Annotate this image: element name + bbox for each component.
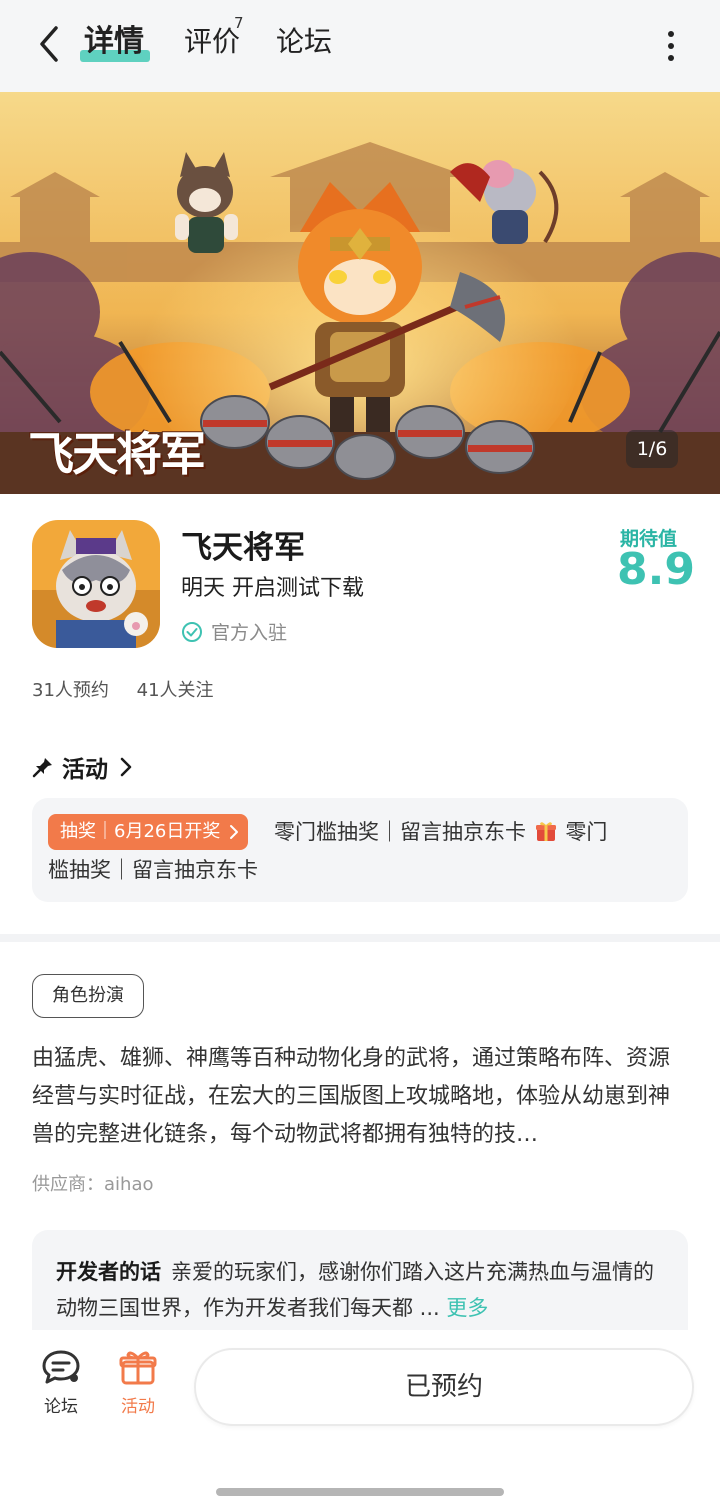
pin-icon	[32, 758, 52, 778]
reserved-button[interactable]: 已预约	[194, 1348, 694, 1426]
follower-count: 41人关注	[136, 680, 214, 701]
developer-note-card[interactable]: 开发者的话 亲爱的玩家们，感谢你们踏入这片充满热血与温情的动物三国世界，作为开发者…	[32, 1230, 688, 1342]
bottom-forum-label: 论坛	[44, 1397, 78, 1417]
top-nav-bar: 详情 评价 7 论坛	[0, 0, 720, 92]
activity-section-header[interactable]: 活动	[32, 750, 134, 784]
developer-note: 开发者的话 亲爱的玩家们，感谢你们踏入这片充满热血与温情的动物三国世界，作为开发者…	[56, 1254, 666, 1326]
reviews-count-badge: 7	[234, 14, 244, 32]
lottery-tag[interactable]: 抽奖｜6月26日开奖	[48, 814, 249, 850]
official-label: 官方入驻	[211, 622, 288, 644]
more-vertical-icon[interactable]	[656, 26, 686, 66]
more-link[interactable]: 更多	[446, 1296, 488, 1320]
expectation-score: 8.9	[617, 544, 695, 595]
home-indicator[interactable]	[216, 1488, 504, 1496]
bottom-activity-button[interactable]: 活动	[103, 1348, 173, 1417]
game-app-icon	[32, 520, 160, 648]
section-divider	[0, 934, 720, 942]
tab-reviews[interactable]: 评价	[184, 22, 240, 62]
activity-heading: 活动	[62, 757, 108, 783]
chevron-right-icon	[230, 825, 239, 839]
activity-text-part1: 零门槛抽奖｜留言抽京东卡	[274, 820, 526, 844]
activity-description-line1: 零门槛抽奖｜留言抽京东卡 零门	[274, 816, 607, 846]
activity-description-line2: 槛抽奖｜留言抽京东卡	[48, 858, 258, 882]
lottery-tag-label: 抽奖｜6月26日开奖	[60, 821, 221, 842]
reservation-count: 31人预约	[32, 680, 109, 701]
official-badge: 官方入驻	[181, 618, 287, 645]
genre-tag[interactable]: 角色扮演	[32, 974, 144, 1018]
bottom-activity-label: 活动	[121, 1397, 155, 1417]
activity-text-part2: 零门	[565, 820, 608, 844]
gift-icon	[535, 822, 556, 841]
chevron-right-icon	[120, 757, 132, 777]
chevron-left-icon[interactable]	[30, 22, 70, 66]
test-date-text: 明天 开启测试下载	[181, 576, 364, 601]
banner-game-logo: 飞天将军	[28, 427, 206, 481]
developer-note-label: 开发者的话	[56, 1260, 161, 1284]
tab-forum[interactable]: 论坛	[276, 22, 332, 62]
chat-bubble-icon	[42, 1350, 80, 1384]
banner-page-counter: 1/6	[626, 430, 678, 468]
activity-card[interactable]: 抽奖｜6月26日开奖 零门槛抽奖｜留言抽京东卡 零门 槛抽奖｜留言抽京东卡	[32, 798, 688, 902]
stats-row: 31人预约 41人关注	[32, 676, 236, 702]
bottom-forum-button[interactable]: 论坛	[26, 1348, 96, 1417]
game-title: 飞天将军	[181, 530, 305, 566]
game-description[interactable]: 由猛虎、雄狮、神鹰等百种动物化身的武将，通过策略布阵、资源经营与实时征战，在宏大…	[32, 1040, 688, 1154]
gift-box-icon	[119, 1351, 157, 1385]
supplier-text: 供应商：aihao	[32, 1174, 154, 1195]
tab-details[interactable]: 详情	[84, 22, 144, 62]
check-circle-icon	[182, 621, 202, 642]
bottom-action-bar: 论坛 活动 已预约	[0, 1330, 720, 1510]
